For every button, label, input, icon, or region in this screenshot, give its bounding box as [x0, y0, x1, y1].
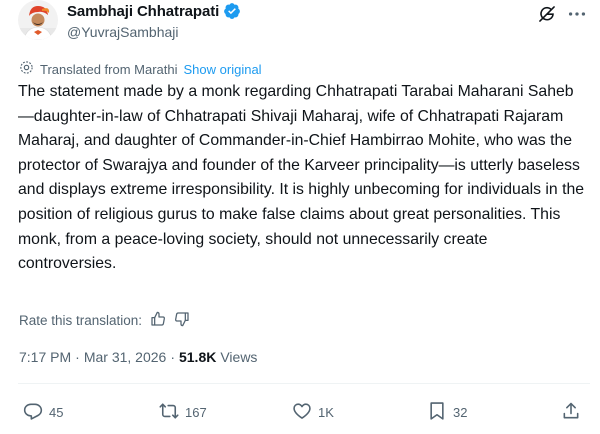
share-button[interactable]: [561, 401, 581, 424]
like-count: 1K: [318, 405, 334, 420]
rate-translation-label: Rate this translation:: [19, 313, 143, 328]
show-original-link[interactable]: Show original: [184, 62, 262, 77]
action-bar: 45 167 1K 32: [0, 398, 600, 424]
like-button[interactable]: 1K: [292, 401, 334, 424]
bookmark-button[interactable]: 32: [427, 401, 467, 424]
tweet-time[interactable]: 7:17 PM: [19, 349, 71, 365]
translation-label: Translated from Marathi: [40, 61, 178, 77]
tweet-meta: 7:17 PM · Mar 31, 2026 · 51.8K Views: [19, 349, 257, 365]
repost-icon: [159, 401, 179, 424]
rate-translation: Rate this translation:: [19, 311, 190, 330]
reply-button[interactable]: 45: [23, 401, 63, 424]
translation-notice: Translated from Marathi Show original: [19, 60, 262, 78]
more-icon[interactable]: [566, 3, 588, 25]
translate-icon: [19, 60, 34, 78]
heart-icon: [292, 401, 312, 424]
author-handle[interactable]: @YuvrajSambhaji: [67, 24, 179, 40]
tweet-header: Sambhaji Chhatrapati @YuvrajSambhaji: [0, 0, 600, 48]
views-count: 51.8K: [178, 349, 217, 365]
share-icon: [561, 401, 581, 424]
avatar[interactable]: [18, 0, 58, 40]
author-name-row[interactable]: Sambhaji Chhatrapati: [67, 2, 241, 20]
tweet-text: The statement made by a monk regarding C…: [18, 83, 585, 273]
meta-separator: ·: [75, 349, 80, 365]
verified-badge-icon: [223, 2, 241, 20]
meta-separator: ·: [170, 349, 175, 365]
bookmark-icon: [427, 401, 447, 424]
divider: [18, 383, 590, 384]
thumbs-up-icon[interactable]: [150, 311, 166, 330]
reply-count: 45: [49, 405, 64, 420]
reply-icon: [23, 401, 43, 424]
author-name[interactable]: Sambhaji Chhatrapati: [67, 3, 219, 20]
repost-button[interactable]: 167: [159, 401, 207, 424]
thumbs-down-icon[interactable]: [174, 311, 190, 330]
views-label: Views: [220, 349, 258, 365]
grok-icon[interactable]: [537, 4, 557, 24]
tweet-date[interactable]: Mar 31, 2026: [84, 349, 167, 365]
bookmark-count: 32: [453, 405, 468, 420]
repost-count: 167: [185, 405, 207, 420]
